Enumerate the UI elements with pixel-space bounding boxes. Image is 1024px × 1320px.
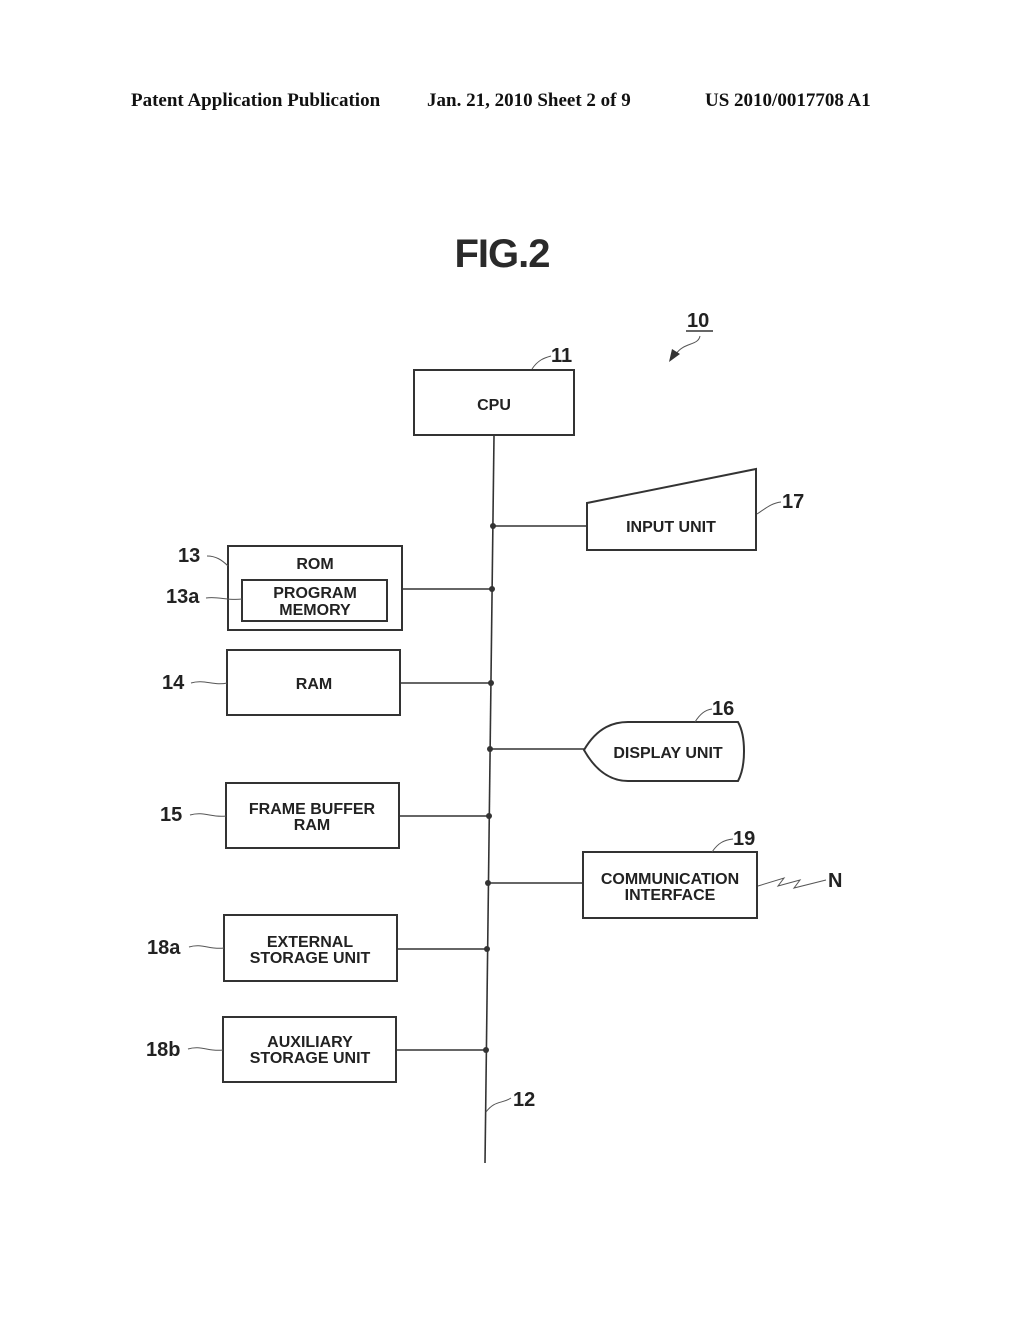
cpu-ref-leader — [531, 355, 552, 370]
input-unit-label: INPUT UNIT — [626, 519, 716, 536]
display-junction — [487, 746, 493, 752]
input-unit-ref-leader — [756, 501, 782, 515]
ram-label: RAM — [296, 676, 332, 693]
cpu-ref: 11 — [551, 345, 572, 367]
external-storage-ref-leader — [188, 945, 225, 949]
bus-ref: 12 — [513, 1089, 535, 1111]
external-storage-ref: 18a — [147, 937, 181, 959]
display-unit-block: DISPLAY UNIT — [582, 721, 745, 782]
rom-junction — [489, 586, 495, 592]
rom-label: ROM — [296, 556, 333, 573]
auxiliary-storage-ref-leader — [187, 1047, 224, 1051]
display-unit-ref: 16 — [712, 698, 734, 720]
ram-ref: 14 — [162, 672, 185, 694]
input-unit-ref: 17 — [782, 491, 804, 513]
network-label: N — [828, 870, 842, 892]
external-storage-junction — [484, 946, 490, 952]
frame-buffer-ref-leader — [189, 813, 227, 817]
program-memory-label-2: MEMORY — [279, 602, 351, 619]
auxiliary-storage-junction — [483, 1047, 489, 1053]
comm-label-1: COMMUNICATION — [601, 871, 739, 888]
rom-ref: 13 — [178, 545, 200, 567]
auxiliary-storage-label-1: AUXILIARY — [267, 1034, 353, 1051]
cpu-label: CPU — [477, 397, 511, 414]
frame-buffer-ref: 15 — [160, 804, 182, 826]
comm-label-2: INTERFACE — [625, 887, 716, 904]
system-bus — [484, 435, 495, 1164]
communication-interface-block: COMMUNICATION INTERFACE — [582, 851, 758, 919]
comm-junction — [485, 880, 491, 886]
ram-ref-leader — [190, 681, 228, 685]
system-ref: 10 — [687, 310, 709, 332]
auxiliary-storage-label-2: STORAGE UNIT — [250, 1050, 371, 1067]
comm-ref: 19 — [733, 828, 755, 850]
bus-ref-leader — [485, 1097, 512, 1113]
cpu-block: CPU — [413, 369, 575, 436]
ram-junction — [488, 680, 494, 686]
auxiliary-storage-block: AUXILIARY STORAGE UNIT — [222, 1016, 397, 1083]
display-unit-label: DISPLAY UNIT — [613, 745, 723, 762]
comm-ref-leader — [711, 838, 734, 853]
input-unit-block: INPUT UNIT — [586, 467, 757, 551]
display-unit-ref-leader — [694, 708, 713, 723]
input-junction — [490, 523, 496, 529]
auxiliary-storage-ref: 18b — [146, 1039, 180, 1061]
system-ref-leader — [675, 335, 701, 355]
external-storage-label-2: STORAGE UNIT — [250, 950, 371, 967]
rom-ref-leader — [206, 555, 229, 567]
block-diagram: 10 12 CPU 11 INPUT UNIT 17 ROM PROGRAM M… — [146, 310, 842, 1164]
frame-buffer-block: FRAME BUFFER RAM — [225, 782, 400, 849]
frame-buffer-label-2: RAM — [294, 817, 330, 834]
wireless-link-icon — [757, 877, 827, 889]
program-memory-ref: 13a — [166, 586, 200, 608]
frame-buffer-junction — [486, 813, 492, 819]
program-memory-label-1: PROGRAM — [273, 585, 357, 602]
frame-buffer-label-1: FRAME BUFFER — [249, 801, 376, 818]
external-storage-label-1: EXTERNAL — [267, 934, 353, 951]
rom-block: ROM PROGRAM MEMORY — [227, 545, 403, 631]
external-storage-block: EXTERNAL STORAGE UNIT — [223, 914, 398, 982]
ram-block: RAM — [226, 649, 401, 716]
